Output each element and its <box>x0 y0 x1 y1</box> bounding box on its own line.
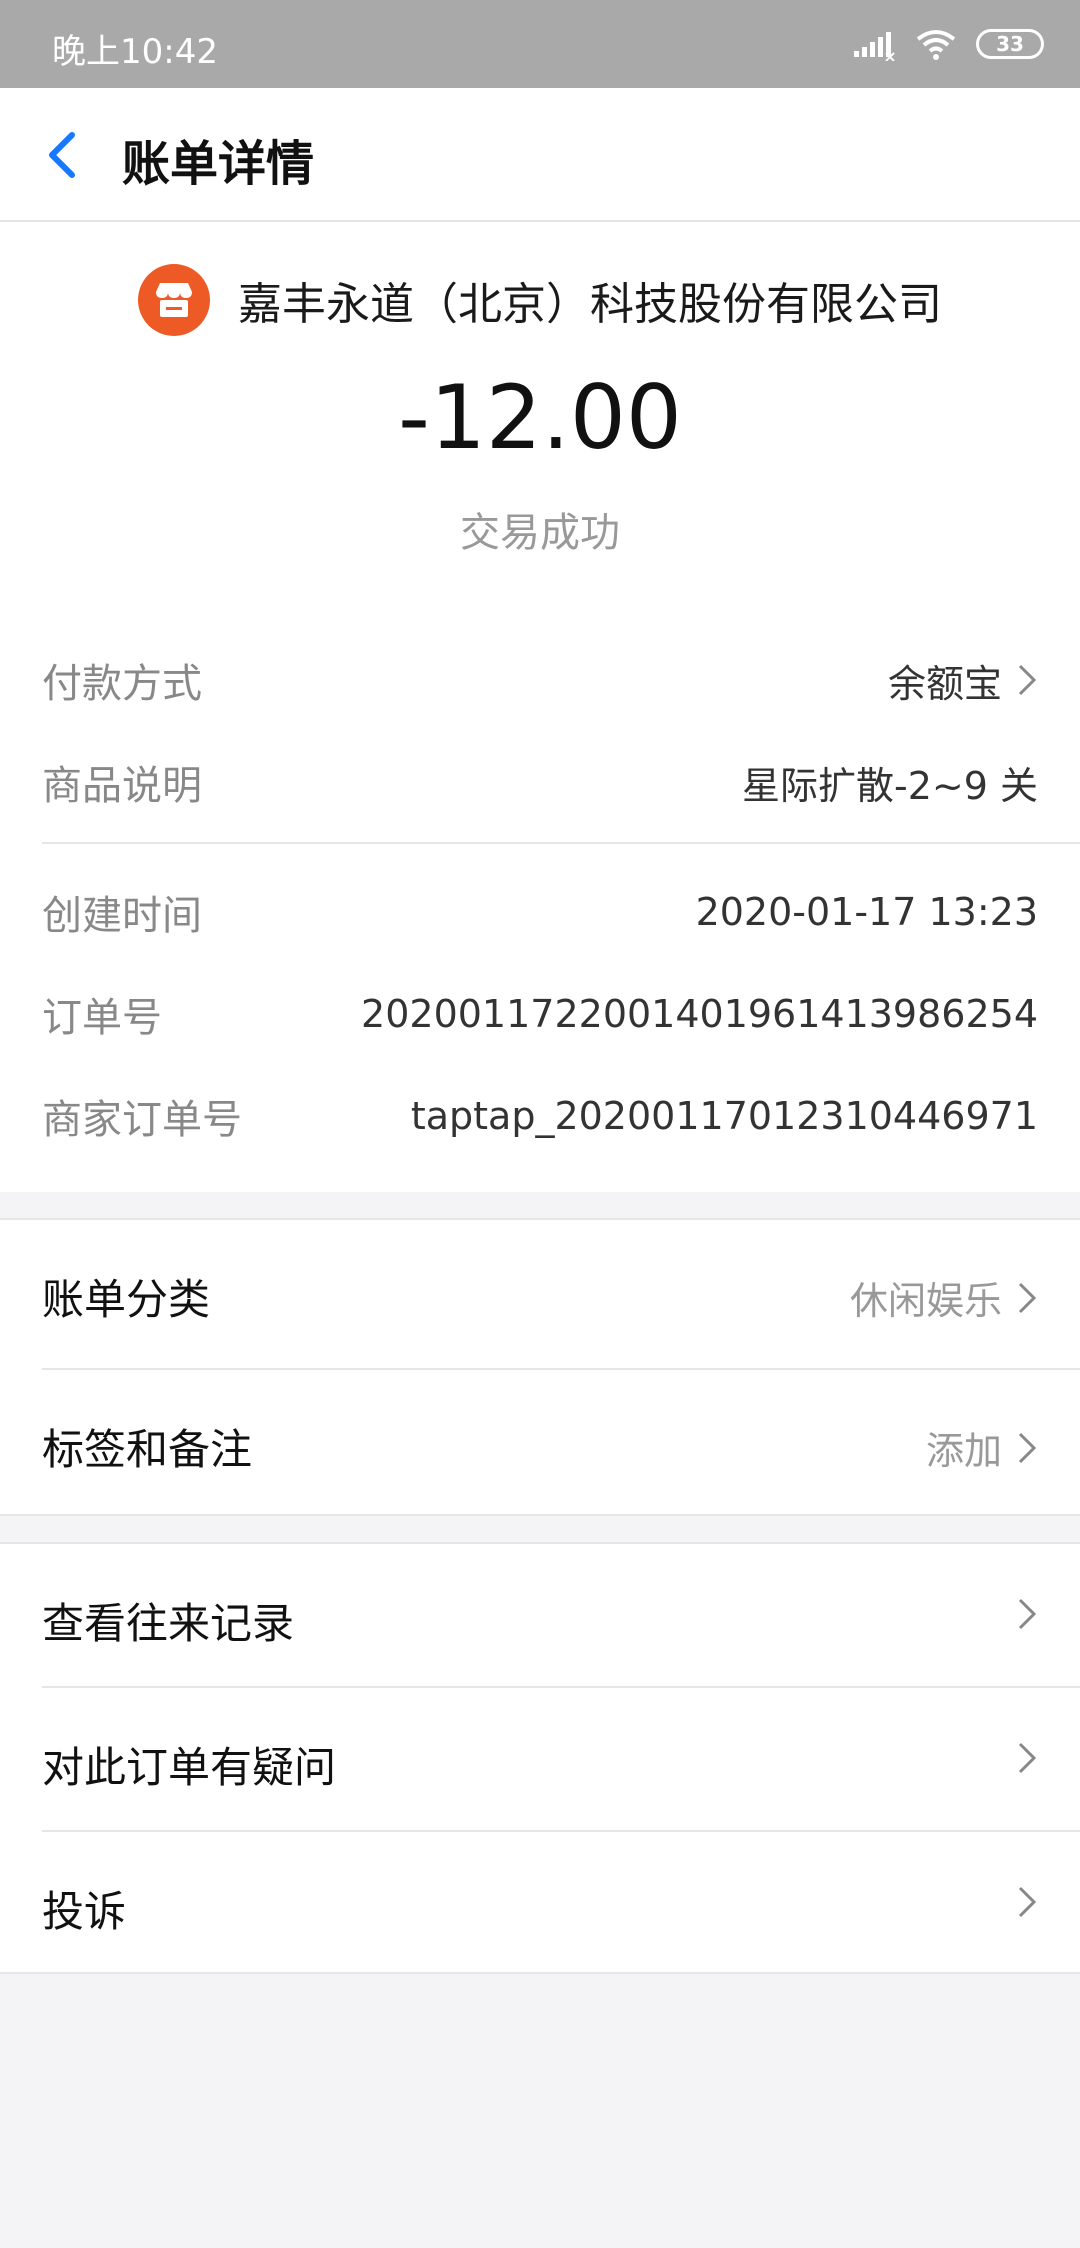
divider <box>42 842 1080 844</box>
system-icons: 33 <box>852 24 1044 64</box>
item-arrow <box>1016 1596 1038 1632</box>
row-label: 订单号 <box>42 995 162 1041</box>
order-question-item[interactable]: 对此订单有疑问 <box>0 1688 1080 1830</box>
bill-category-item[interactable]: 账单分类 休闲娱乐 <box>0 1220 1080 1368</box>
back-arrow-icon[interactable] <box>36 125 86 185</box>
order-number-row: 订单号 2020011722001401961413986254 <box>0 974 1080 1054</box>
item-label: 查看往来记录 <box>42 1599 295 1648</box>
transaction-status: 交易成功 <box>460 510 620 556</box>
wifi-icon <box>916 30 956 60</box>
item-label: 标签和备注 <box>42 1425 253 1474</box>
row-label: 商品说明 <box>42 763 202 809</box>
payment-method-row[interactable]: 付款方式 余额宝 <box>0 640 1080 720</box>
complaint-item[interactable]: 投诉 <box>0 1832 1080 1974</box>
navigation-bar: 账单详情 <box>0 88 1080 222</box>
item-label: 投诉 <box>42 1887 127 1936</box>
page-title: 账单详情 <box>122 136 315 192</box>
order-info-section: 创建时间 2020-01-17 13:23 订单号 20200117220014… <box>0 842 1080 1192</box>
signal-icon <box>854 32 895 61</box>
item-label: 对此订单有疑问 <box>42 1743 337 1792</box>
view-history-item[interactable]: 查看往来记录 <box>0 1544 1080 1686</box>
status-bar: 晚上10:42 33 <box>0 0 1080 88</box>
merchant-info: 嘉丰永道（北京）科技股份有限公司 <box>0 264 1080 336</box>
create-time-row: 创建时间 2020-01-17 13:23 <box>0 872 1080 952</box>
chevron-right-icon <box>1018 664 1037 696</box>
battery-level: 33 <box>996 32 1024 56</box>
product-description-row: 商品说明 星际扩散-2~9 关 <box>0 742 1080 822</box>
row-value: 2020-01-17 13:23 <box>695 890 1038 934</box>
chevron-right-icon <box>1018 1598 1037 1630</box>
chevron-right-icon <box>1018 1742 1037 1774</box>
payment-method-value: 余额宝 <box>887 661 1002 706</box>
shop-icon <box>138 264 210 336</box>
item-arrow <box>1016 1740 1038 1776</box>
row-value[interactable]: 2020011722001401961413986254 <box>361 992 1038 1036</box>
tags-notes-item[interactable]: 标签和备注 添加 <box>0 1370 1080 1518</box>
transaction-amount: -12.00 <box>398 366 682 469</box>
item-label: 账单分类 <box>42 1275 211 1324</box>
row-label: 商家订单号 <box>42 1097 242 1143</box>
row-label: 付款方式 <box>42 661 202 707</box>
row-value: 余额宝 <box>888 653 1038 708</box>
row-value: 星际扩散-2~9 关 <box>742 763 1038 808</box>
item-arrow <box>1016 1884 1038 1920</box>
merchant-name: 嘉丰永道（北京）科技股份有限公司 <box>238 279 942 330</box>
item-value: 添加 <box>926 1420 1038 1475</box>
category-value: 休闲娱乐 <box>849 1279 1002 1323</box>
battery-indicator: 33 <box>976 29 1044 59</box>
chevron-right-icon <box>1018 1282 1037 1313</box>
chevron-right-icon <box>1018 1432 1037 1463</box>
category-card: 账单分类 休闲娱乐 标签和备注 添加 <box>0 1218 1080 1516</box>
add-link: 添加 <box>925 1429 1002 1473</box>
item-value: 休闲娱乐 <box>850 1270 1038 1325</box>
row-value[interactable]: taptap_20200117012310446971 <box>411 1094 1038 1138</box>
merchant-order-number-row: 商家订单号 taptap_20200117012310446971 <box>0 1076 1080 1156</box>
row-label: 创建时间 <box>42 893 202 939</box>
actions-card: 查看往来记录 对此订单有疑问 投诉 <box>0 1542 1080 1974</box>
bill-header: 嘉丰永道（北京）科技股份有限公司 -12.00 交易成功 付款方式 余额宝 商品… <box>0 222 1080 842</box>
status-time: 晚上10:42 <box>52 32 218 72</box>
chevron-right-icon <box>1018 1886 1037 1918</box>
